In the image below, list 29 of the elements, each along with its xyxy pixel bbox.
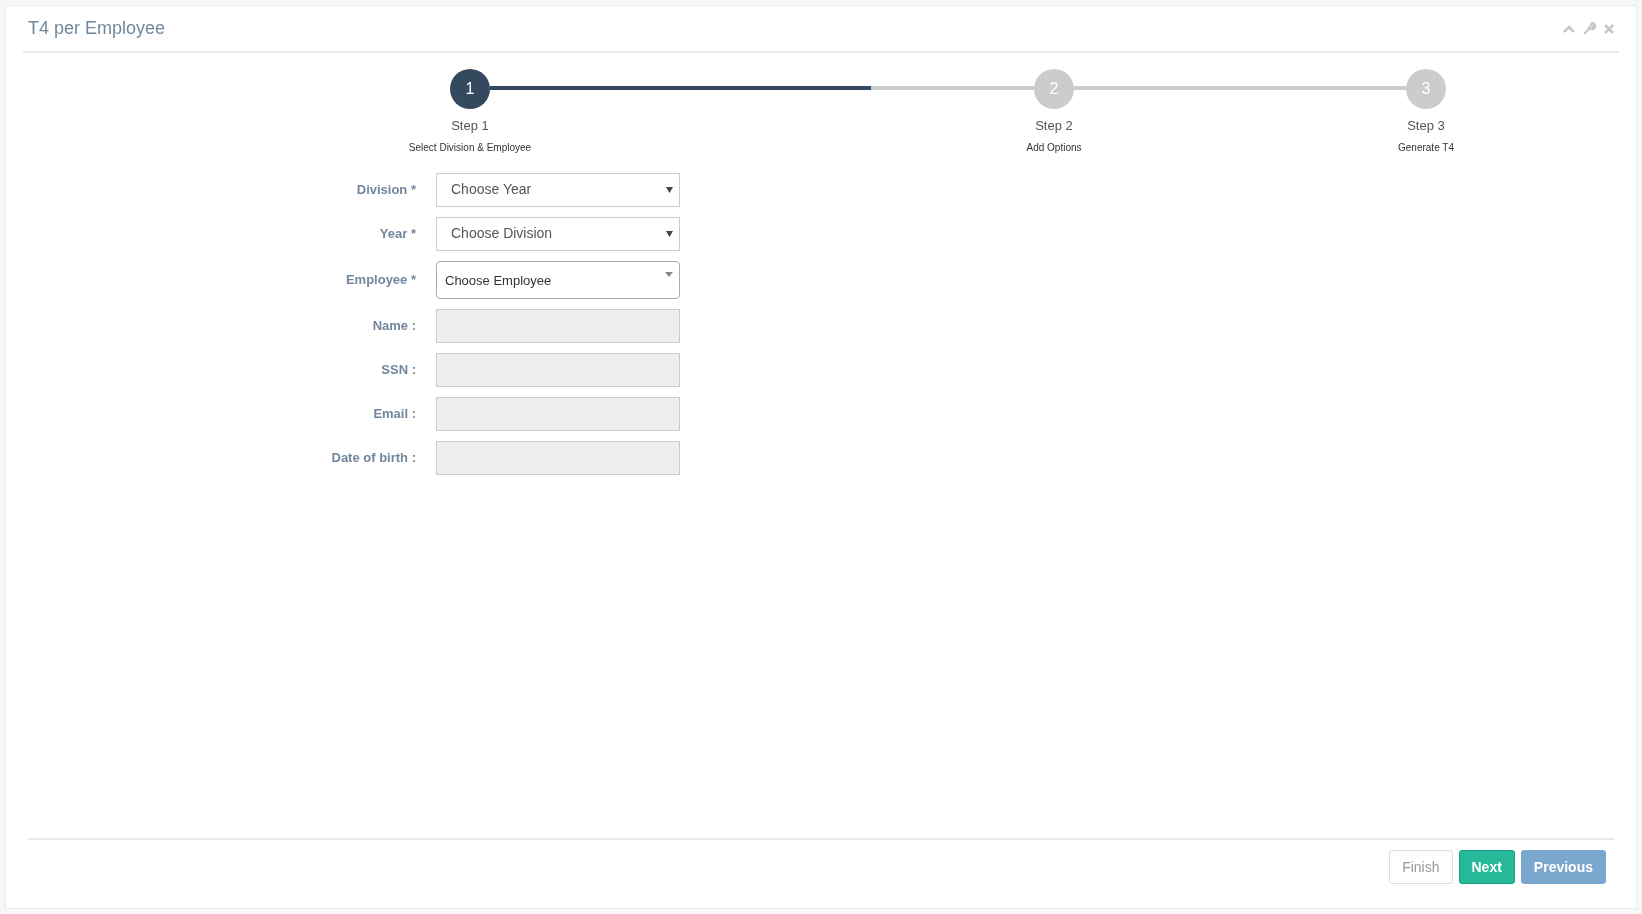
select-field[interactable]: Choose Year [436, 172, 680, 207]
field-label: Date of birth : [330, 448, 416, 467]
select-value: Choose Employee [445, 271, 552, 290]
select-field[interactable]: Choose Employee [436, 260, 680, 299]
step-label: Step 2 [1035, 117, 1073, 135]
select-value: Choose Division [451, 224, 553, 243]
step-label: Step 1 [451, 117, 489, 135]
field-label: Division * [355, 180, 416, 199]
step-label: Step 3 [1407, 117, 1445, 135]
close-icon[interactable] [1604, 23, 1614, 34]
panel-title: T4 per Employee [28, 17, 166, 40]
caret-icon [665, 271, 673, 277]
wizard-button[interactable]: Finish [1389, 850, 1453, 884]
caret-icon [666, 186, 673, 193]
step-description: Select Division & Employee [408, 140, 532, 155]
field-label: Year * [378, 224, 416, 243]
step-description: Add Options [1026, 140, 1082, 155]
select-value: Choose Year [451, 180, 532, 199]
select-field[interactable]: Choose Division [436, 216, 680, 251]
wrench-icon[interactable] [1583, 22, 1596, 35]
field-label: Name : [371, 316, 416, 335]
wizard-button[interactable]: Next [1458, 850, 1515, 884]
caret-icon [666, 230, 673, 237]
field-label: Email : [372, 404, 416, 423]
wizard-button[interactable]: Previous [1520, 850, 1606, 884]
chevron-up-icon[interactable] [1563, 24, 1575, 33]
step-description: Generate T4 [1398, 140, 1454, 155]
field-label: Employee * [344, 270, 416, 289]
field-label: SSN : [380, 360, 416, 379]
